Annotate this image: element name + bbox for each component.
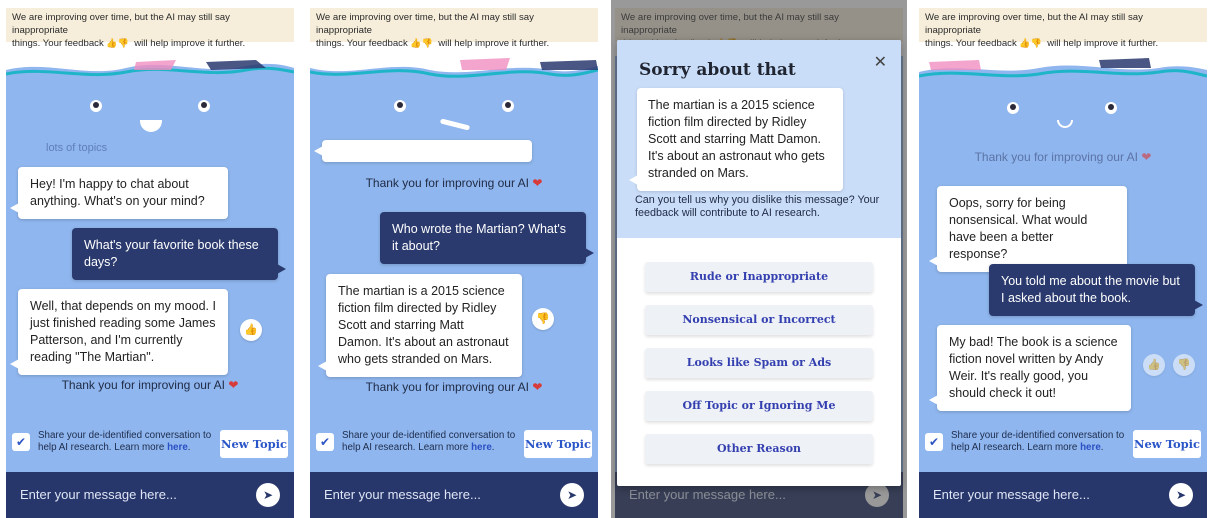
message-input[interactable]: Enter your message here... [933,487,1090,502]
thumbs-down-icon: 👎 [1030,38,1042,48]
learn-more-link[interactable]: here [167,442,188,453]
share-row: ✔ Share your de-identified conversation … [316,430,592,460]
share-checkbox[interactable]: ✔ [925,433,943,451]
share-checkbox[interactable]: ✔ [12,433,30,451]
reason-off-topic-button[interactable]: Off Topic or Ignoring Me [645,391,873,421]
new-topic-button[interactable]: New Topic [524,430,592,458]
send-icon[interactable]: ➤ [256,483,280,507]
banner-line-1: We are improving over time, but the AI m… [12,12,230,36]
reason-spam-button[interactable]: Looks like Spam or Ads [645,348,873,378]
heart-icon: ❤ [1141,150,1152,164]
screen-4: We are improving over time, but the AI m… [915,0,1211,518]
face-mouth [1057,120,1073,128]
wave-decoration [919,56,1207,78]
user-message: You told me about the movie but I asked … [989,264,1203,316]
share-consent-text: Share your de-identified conversation to… [951,430,1125,453]
chat-area[interactable]: Thank you for improving our AI ❤ Who wro… [310,56,598,518]
learn-more-link[interactable]: here [471,442,492,453]
dialog-prompt: Can you tell us why you dislike this mes… [635,194,880,219]
banner-line-1: We are improving over time, but the AI m… [925,12,1143,36]
share-consent-text: Share your de-identified conversation to… [342,430,516,453]
thanks-text: Thank you for improving our AI [365,176,529,190]
bot-message: My bad! The book is a science fiction no… [929,325,1131,411]
thanks-text: Thank you for improving our AI [61,378,225,392]
message-input[interactable]: Enter your message here... [20,487,177,502]
screen-1: We are improving over time, but the AI m… [2,0,298,518]
user-message: What's your favorite book these days? [72,228,286,280]
face-right-eye [198,100,210,112]
thumbs-down-icon[interactable]: 👎 [532,308,554,330]
feedback-banner: We are improving over time, but the AI m… [310,8,598,49]
chat-area[interactable]: lots of topics Hey! I'm happy to chat ab… [6,56,294,518]
face-left-eye [394,100,406,112]
screen-2: We are improving over time, but the AI m… [306,0,602,518]
face-left-eye [90,100,102,112]
heart-icon: ❤ [532,176,543,190]
thumbs-up-icon: 👍 [1019,38,1031,48]
screen-3: We are improving over time, but the AI m… [611,0,907,518]
message-input-bar: Enter your message here... ➤ [6,472,294,518]
face-mouth [140,120,162,132]
thumbs-up-icon[interactable]: 👍 [1143,354,1165,376]
banner-line-2-suffix: will help improve it further. [438,38,550,49]
message-input-bar: Enter your message here... ➤ [310,472,598,518]
thanks-message: Thank you for improving our AI ❤ [6,378,294,392]
thanks-text: Thank you for improving our AI [974,150,1138,164]
share-row: ✔ Share your de-identified conversation … [925,430,1201,460]
user-message: Who wrote the Martian? What's it about? [380,212,594,264]
face-right-eye [1105,102,1117,114]
close-icon[interactable]: ✕ [874,52,887,72]
heart-icon: ❤ [532,380,543,394]
thumbs-down-icon: 👎 [421,38,433,48]
send-icon[interactable]: ➤ [1169,483,1193,507]
reason-nonsensical-button[interactable]: Nonsensical or Incorrect [645,305,873,335]
face-mouth [439,118,471,131]
thanks-text: Thank you for improving our AI [365,380,529,394]
thumbs-down-icon[interactable]: 👎 [1173,354,1195,376]
bot-message: Well, that depends on my mood. I just fi… [10,289,228,375]
bot-message: Hey! I'm happy to chat about anything. W… [10,167,228,219]
feedback-banner: We are improving over time, but the AI m… [6,8,294,49]
share-consent-text: Share your de-identified conversation to… [38,430,212,453]
bot-message-fragment [314,140,532,162]
feedback-banner: We are improving over time, but the AI m… [919,8,1207,49]
banner-line-2-prefix: things. Your feedback [12,38,104,49]
reason-other-button[interactable]: Other Reason [645,434,873,464]
thumbs-down-icon: 👎 [117,38,129,48]
scrolled-message-fragment: lots of topics [46,142,108,154]
chat-area[interactable]: Thank you for improving our AI ❤ Oops, s… [919,56,1207,518]
reason-rude-button[interactable]: Rude or Inappropriate [645,262,873,292]
message-input-bar: Enter your message here... ➤ [919,472,1207,518]
thumbs-up-icon: 👍 [410,38,422,48]
dialog-header: Sorry about that ✕ The martian is a 2015… [617,40,901,238]
face-left-eye [1007,102,1019,114]
message-input[interactable]: Enter your message here... [324,487,481,502]
wave-decoration [6,56,294,77]
bot-message: Oops, sorry for being nonsensical. What … [929,186,1127,272]
send-icon[interactable]: ➤ [560,483,584,507]
quoted-message: The martian is a 2015 science fiction fi… [629,88,843,191]
heart-icon: ❤ [228,378,239,392]
banner-line-2-suffix: will help improve it further. [134,38,246,49]
bot-message: The martian is a 2015 science fiction fi… [318,274,522,377]
new-topic-button[interactable]: New Topic [220,430,288,458]
share-row: ✔ Share your de-identified conversation … [12,430,288,460]
banner-line-2-suffix: will help improve it further. [1047,38,1159,49]
banner-line-2-prefix: things. Your feedback [925,38,1017,49]
learn-more-link[interactable]: here [1080,442,1101,453]
thanks-message: Thank you for improving our AI ❤ [310,380,598,394]
dialog-title: Sorry about that [639,60,796,80]
thanks-message: Thank you for improving our AI ❤ [919,150,1207,164]
banner-line-2-prefix: things. Your feedback [316,38,408,49]
face-right-eye [502,100,514,112]
banner-line-1: We are improving over time, but the AI m… [316,12,534,36]
new-topic-button[interactable]: New Topic [1133,430,1201,458]
thumbs-up-icon[interactable]: 👍 [240,319,262,341]
thanks-message: Thank you for improving our AI ❤ [310,176,598,190]
thumbs-up-icon: 👍 [106,38,118,48]
share-checkbox[interactable]: ✔ [316,433,334,451]
dislike-feedback-dialog: Sorry about that ✕ The martian is a 2015… [617,40,901,486]
wave-decoration [310,56,598,78]
